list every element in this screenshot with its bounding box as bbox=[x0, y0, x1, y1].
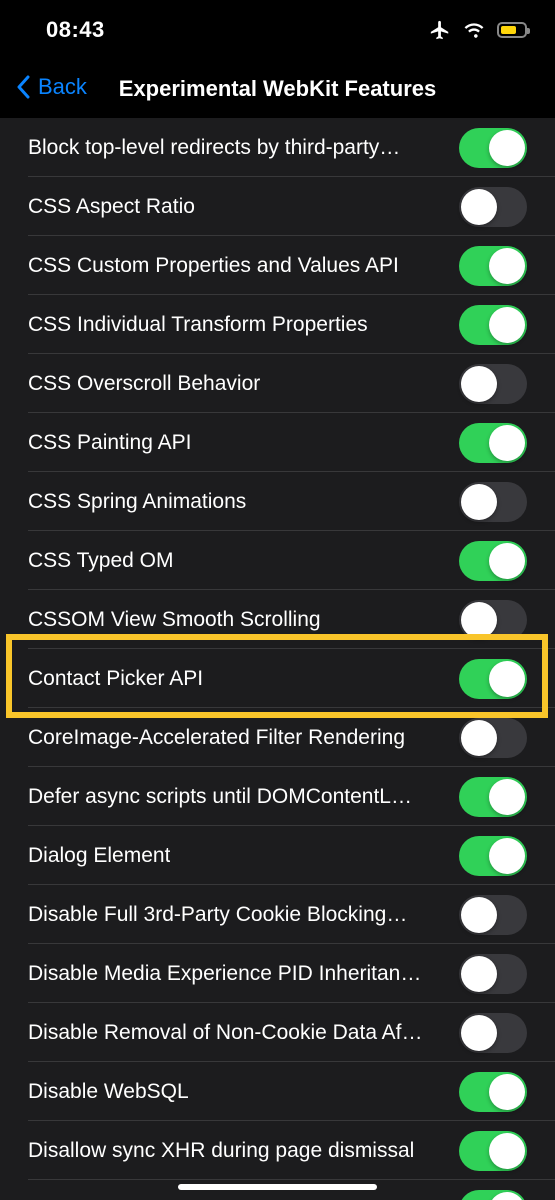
toggle-knob bbox=[489, 130, 525, 166]
feature-label: CSS Overscroll Behavior bbox=[28, 371, 261, 395]
feature-toggle[interactable] bbox=[459, 895, 527, 935]
status-icons bbox=[429, 19, 530, 41]
feature-label: Disallow sync XHR during page dismissal bbox=[28, 1138, 415, 1162]
toggle-knob bbox=[489, 1133, 525, 1169]
toggle-knob bbox=[461, 366, 497, 402]
feature-label: CSS Custom Properties and Values API bbox=[28, 253, 399, 277]
nav-bar: Back Experimental WebKit Features bbox=[0, 62, 555, 118]
toggle-knob bbox=[489, 543, 525, 579]
feature-label: Block top-level redirects by third-party… bbox=[28, 135, 401, 159]
list-item: Disable WebSQL bbox=[0, 1062, 555, 1121]
feature-label: Disable WebSQL bbox=[28, 1079, 189, 1103]
wifi-icon bbox=[464, 23, 484, 38]
screen: 08:43 Back Experimental WebKit Features … bbox=[0, 0, 555, 1200]
list-item: CSSOM View Smooth Scrolling bbox=[0, 590, 555, 649]
list-item: CSS Spring Animations bbox=[0, 472, 555, 531]
airplane-icon bbox=[430, 20, 449, 40]
toggle-knob bbox=[461, 484, 497, 520]
list-item: Disallow sync XHR during page dismissal bbox=[0, 1121, 555, 1180]
toggle-knob bbox=[461, 956, 497, 992]
list-item bbox=[0, 1180, 555, 1200]
feature-toggle[interactable] bbox=[459, 187, 527, 227]
list-item: CSS Aspect Ratio bbox=[0, 177, 555, 236]
status-time: 08:43 bbox=[46, 17, 105, 42]
feature-label: Defer async scripts until DOMContentL… bbox=[28, 784, 412, 808]
feature-label: CoreImage-Accelerated Filter Rendering bbox=[28, 725, 406, 749]
toggle-knob bbox=[489, 838, 525, 874]
toggle-knob bbox=[461, 189, 497, 225]
feature-label: CSS Typed OM bbox=[28, 548, 174, 572]
toggle-knob bbox=[461, 1015, 497, 1051]
battery-icon bbox=[497, 22, 530, 38]
feature-toggle[interactable] bbox=[459, 305, 527, 345]
feature-label: Disable Full 3rd-Party Cookie Blocking… bbox=[28, 902, 408, 926]
feature-toggle[interactable] bbox=[459, 128, 527, 168]
toggle-knob bbox=[461, 897, 497, 933]
list-item: CSS Typed OM bbox=[0, 531, 555, 590]
toggle-knob bbox=[489, 307, 525, 343]
list-item: Disable Media Experience PID Inheritan… bbox=[0, 944, 555, 1003]
list-item: CSS Custom Properties and Values API bbox=[0, 236, 555, 295]
feature-label: Contact Picker API bbox=[28, 666, 204, 690]
list-item: CSS Overscroll Behavior bbox=[0, 354, 555, 413]
feature-toggle[interactable] bbox=[459, 364, 527, 404]
list-item: Disable Full 3rd-Party Cookie Blocking… bbox=[0, 885, 555, 944]
toggle-knob bbox=[489, 1192, 525, 1200]
feature-label: Disable Removal of Non-Cookie Data Af… bbox=[28, 1020, 423, 1044]
feature-toggle[interactable] bbox=[459, 541, 527, 581]
feature-toggle[interactable] bbox=[459, 659, 527, 699]
feature-toggle[interactable] bbox=[459, 600, 527, 640]
status-bar: 08:43 bbox=[0, 0, 555, 62]
toggle-knob bbox=[489, 425, 525, 461]
feature-label: CSS Spring Animations bbox=[28, 489, 247, 513]
list-item: Dialog Element bbox=[0, 826, 555, 885]
feature-toggle[interactable] bbox=[459, 246, 527, 286]
list-item: CSS Painting API bbox=[0, 413, 555, 472]
feature-toggle[interactable] bbox=[459, 1131, 527, 1171]
list-item: CoreImage-Accelerated Filter Rendering bbox=[0, 708, 555, 767]
toggle-knob bbox=[461, 602, 497, 638]
list-item: CSS Individual Transform Properties bbox=[0, 295, 555, 354]
feature-label: Dialog Element bbox=[28, 843, 171, 867]
toggle-knob bbox=[489, 661, 525, 697]
toggle-knob bbox=[489, 779, 525, 815]
feature-label: CSSOM View Smooth Scrolling bbox=[28, 607, 321, 631]
feature-toggle[interactable] bbox=[459, 482, 527, 522]
feature-list: Block top-level redirects by third-party… bbox=[0, 118, 555, 1200]
feature-toggle[interactable] bbox=[459, 1190, 527, 1200]
home-indicator bbox=[178, 1184, 377, 1190]
feature-toggle[interactable] bbox=[459, 1072, 527, 1112]
feature-label: CSS Aspect Ratio bbox=[28, 194, 195, 218]
feature-toggle[interactable] bbox=[459, 718, 527, 758]
list-item: Contact Picker API bbox=[0, 649, 555, 708]
feature-toggle[interactable] bbox=[459, 1013, 527, 1053]
toggle-knob bbox=[489, 1074, 525, 1110]
list-item: Defer async scripts until DOMContentL… bbox=[0, 767, 555, 826]
feature-toggle[interactable] bbox=[459, 954, 527, 994]
toggle-knob bbox=[461, 720, 497, 756]
toggle-knob bbox=[489, 248, 525, 284]
feature-label: CSS Individual Transform Properties bbox=[28, 312, 368, 336]
list-item: Block top-level redirects by third-party… bbox=[0, 118, 555, 177]
feature-toggle[interactable] bbox=[459, 423, 527, 463]
feature-toggle[interactable] bbox=[459, 777, 527, 817]
feature-label: Disable Media Experience PID Inheritan… bbox=[28, 961, 422, 985]
page-title: Experimental WebKit Features bbox=[118, 76, 437, 101]
feature-label: CSS Painting API bbox=[28, 430, 192, 454]
feature-toggle[interactable] bbox=[459, 836, 527, 876]
list-item: Disable Removal of Non-Cookie Data Af… bbox=[0, 1003, 555, 1062]
